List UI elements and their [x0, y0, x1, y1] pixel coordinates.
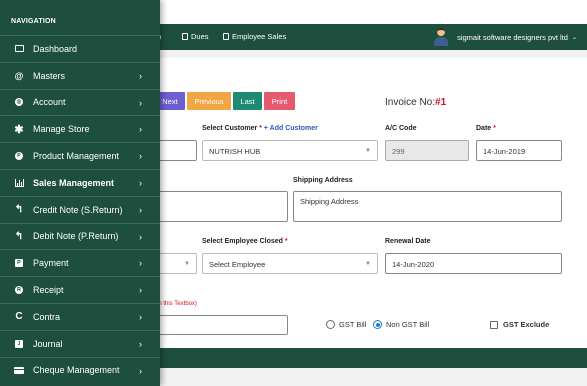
chevron-right-icon: › [139, 204, 142, 215]
employee-select[interactable]: Select Employee ▼ [202, 253, 378, 274]
document-icon [223, 33, 229, 40]
sidebar-item-contra[interactable]: C Contra › [0, 302, 160, 330]
sidebar-item-dashboard[interactable]: Dashboard [0, 35, 160, 62]
renewal-date-label: Renewal Date [385, 238, 431, 245]
nav-link-employee-sales-label: Employee Sales [232, 32, 287, 41]
employee-closed-label-text: Select Employee Closed [202, 238, 283, 245]
invoice-number: Invoice No:#1 [385, 97, 446, 108]
sidebar-menu: Dashboard @ Masters › ◎ Account › ✱ Manage Store… [0, 35, 160, 383]
chevron-down-icon: ⌄ [571, 34, 577, 41]
footer-bar [155, 348, 587, 368]
payment-box-icon: P [14, 258, 24, 268]
dropdown-arrow-icon: ▼ [365, 148, 371, 154]
avatar [433, 28, 449, 46]
chevron-right-icon: › [139, 258, 142, 269]
partial-input-left[interactable] [155, 140, 197, 161]
sidebar-item-account[interactable]: ◎ Account › [0, 88, 160, 116]
chevron-right-icon: › [139, 177, 142, 188]
previous-button[interactable]: Previous [187, 92, 231, 110]
date-label: Date * [476, 125, 496, 132]
required-mark: * [259, 125, 262, 132]
gst-bill-option[interactable]: GST Bill [326, 320, 366, 329]
select-customer-label-text: Select Customer [202, 125, 258, 132]
contra-c-icon: C [15, 311, 23, 323]
chevron-right-icon: › [139, 365, 142, 376]
gst-exclude-checkbox[interactable] [490, 320, 498, 329]
hint-text: on this Textbox) [155, 301, 197, 307]
top-navbar: n Dues Employee Sales sigmait software d… [155, 24, 587, 50]
company-name: sigmait software designers pvt ltd [457, 32, 568, 42]
gst-bill-radio[interactable] [326, 320, 335, 329]
sidebar-item-cheque-management[interactable]: Cheque Management › [0, 356, 160, 384]
chevron-right-icon: › [139, 285, 142, 296]
non-gst-bill-option[interactable]: Non GST Bill [373, 320, 429, 329]
sidebar-item-sales-management[interactable]: Sales Management › [0, 168, 160, 196]
sidebar-item-label: Dashboard [33, 43, 78, 54]
required-mark: * [493, 125, 496, 132]
receipt-circle-icon: R [14, 285, 24, 295]
chevron-right-icon: › [139, 97, 142, 108]
document-icon [182, 33, 188, 40]
employee-closed-label: Select Employee Closed * [202, 238, 288, 245]
add-customer-link[interactable]: + Add Customer [264, 125, 318, 132]
sidebar-item-masters[interactable]: @ Masters › [0, 61, 160, 89]
monitor-icon [14, 44, 24, 54]
partial-textbox-bottom[interactable] [155, 315, 288, 335]
non-gst-bill-label: Non GST Bill [386, 320, 430, 329]
sidebar-item-receipt[interactable]: R Receipt › [0, 276, 160, 303]
shipping-address-placeholder: Shipping Address [300, 197, 359, 206]
sidebar-item-product-management[interactable]: P Product Management › [0, 142, 160, 169]
gst-bill-label: GST Bill [339, 320, 367, 329]
nav-link-employee-sales[interactable]: Employee Sales [223, 32, 286, 41]
nav-link-dues-label: Dues [191, 32, 209, 41]
chevron-right-icon: › [139, 311, 142, 322]
shipping-address-label: Shipping Address [293, 177, 353, 184]
sidebar-item-credit-note-s-return[interactable]: ↰ Credit Note (S.Return) › [0, 195, 160, 223]
ac-code-field: 299 [385, 140, 469, 161]
required-mark: * [284, 238, 288, 245]
ac-code-label: A/C Code [385, 125, 417, 132]
journal-icon: J [14, 339, 24, 349]
card-icon [14, 365, 25, 375]
account-circle-icon: ◎ [15, 98, 23, 107]
date-input[interactable]: 14-Jun-2019 [476, 140, 562, 161]
sidebar-navigation: NAVIGATION Dashboard @ Masters › ◎ Account › ✱ M… [0, 0, 160, 386]
employee-select-value: Select Employee [209, 260, 266, 269]
customer-select[interactable]: NUTRISH HUB ▼ [202, 140, 378, 161]
return-arrow-icon: ↰ [14, 230, 24, 242]
non-gst-bill-radio[interactable] [373, 320, 382, 329]
return-arrow-icon: ↰ [14, 204, 24, 216]
billing-address-textarea[interactable] [155, 191, 288, 222]
sidebar-item-journal[interactable]: J Journal › [0, 329, 160, 357]
dropdown-arrow-icon: ▼ [184, 261, 190, 267]
sidebar-item-manage-store[interactable]: ✱ Manage Store › [0, 115, 160, 142]
invoice-label: Invoice No: [385, 97, 436, 108]
last-button[interactable]: Last [233, 92, 262, 110]
renewal-date-input[interactable]: 14-Jun-2020 [385, 253, 562, 274]
partial-select-left[interactable]: ▼ [155, 253, 197, 274]
user-menu[interactable]: sigmait software designers pvt ltd ⌄ [433, 28, 577, 46]
chevron-right-icon: › [139, 231, 142, 242]
shipping-address-textarea[interactable]: Shipping Address [293, 191, 562, 222]
invoice-value: #1 [435, 97, 447, 108]
gst-exclude-option[interactable]: GST Exclude [490, 320, 549, 329]
product-circle-icon: P [14, 151, 24, 161]
select-customer-label: Select Customer * + Add Customer [202, 125, 318, 132]
chevron-right-icon: › [139, 338, 142, 349]
sidebar-title: NAVIGATION [11, 18, 56, 25]
sidebar-item-payment[interactable]: P Payment › [0, 249, 160, 276]
chevron-right-icon: › [139, 70, 142, 81]
date-label-text: Date [476, 125, 492, 132]
dropdown-arrow-icon: ▼ [365, 261, 371, 267]
print-button[interactable]: Print [264, 92, 295, 110]
at-icon: @ [14, 70, 24, 81]
nav-link-dues[interactable]: Dues [182, 32, 209, 41]
customer-select-value: NUTRISH HUB [209, 147, 261, 156]
chevron-right-icon: › [139, 151, 142, 162]
gst-exclude-label: GST Exclude [503, 320, 550, 329]
bar-chart-icon [14, 178, 24, 188]
chevron-right-icon: › [139, 124, 142, 135]
sidebar-item-debit-note-p-return[interactable]: ↰ Debit Note (P.Return) › [0, 222, 160, 250]
asterisk-icon: ✱ [14, 123, 24, 136]
